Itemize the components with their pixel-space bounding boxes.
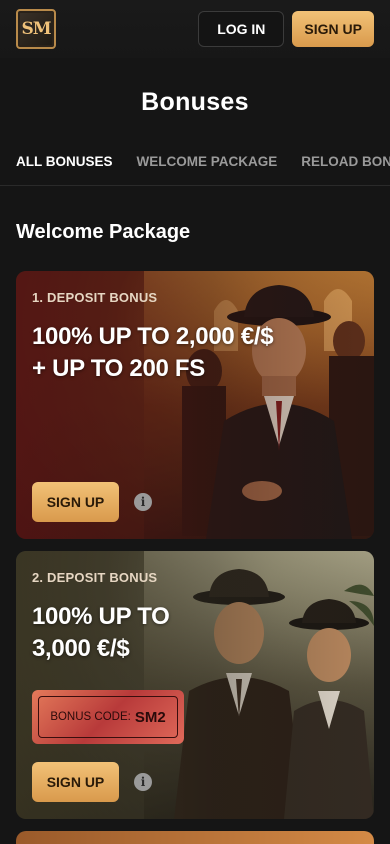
bonus-code: BONUS CODE: SM2	[38, 696, 178, 738]
headline-line-1: 100% UP TO 2,000 €/$	[32, 323, 274, 350]
card-signup-button[interactable]: SIGN UP	[32, 762, 119, 802]
page-title: Bonuses	[141, 88, 249, 116]
bonus-card-deposit-3	[16, 831, 374, 844]
card-label: 1. DEPOSIT BONUS	[32, 290, 158, 305]
header-actions: LOG IN SIGN UP	[198, 11, 374, 47]
bonus-code-label: BONUS CODE:	[50, 711, 131, 723]
card-headline: 100% UP TO 2,000 €/$ + UP TO 200 FS	[32, 321, 282, 385]
logo-text: SM	[21, 19, 51, 39]
bonus-tabs: ALL BONUSES WELCOME PACKAGE RELOAD BONUS	[0, 150, 390, 186]
signup-button[interactable]: SIGN UP	[292, 11, 374, 47]
site-logo[interactable]: SM	[16, 9, 56, 49]
headline-line-1: 100% UP TO	[32, 603, 170, 630]
bonus-card-deposit-2: 2. DEPOSIT BONUS 100% UP TO 3,000 €/$ BO…	[16, 551, 374, 819]
tab-reload-bonus[interactable]: RELOAD BONUS	[301, 150, 390, 185]
headline-line-2: + UP TO 200 FS	[32, 355, 205, 382]
tab-all-bonuses[interactable]: ALL BONUSES	[16, 150, 113, 185]
card-signup-button[interactable]: SIGN UP	[32, 482, 119, 522]
bonus-card-deposit-1: 1. DEPOSIT BONUS 100% UP TO 2,000 €/$ + …	[16, 271, 374, 539]
tab-welcome-package[interactable]: WELCOME PACKAGE	[137, 150, 278, 185]
section-title: Welcome Package	[16, 221, 191, 243]
bonus-code-value: SM2	[134, 708, 166, 726]
card-headline: 100% UP TO 3,000 €/$	[32, 601, 282, 665]
top-header: SM LOG IN SIGN UP	[0, 0, 390, 58]
headline-line-2: 3,000 €/$	[32, 635, 130, 662]
bonus-code-box[interactable]: BONUS CODE: SM2	[32, 690, 184, 744]
login-button[interactable]: LOG IN	[198, 11, 285, 47]
card-label: 2. DEPOSIT BONUS	[32, 570, 158, 585]
info-icon[interactable]: i	[134, 493, 152, 511]
info-icon[interactable]: i	[134, 773, 152, 791]
